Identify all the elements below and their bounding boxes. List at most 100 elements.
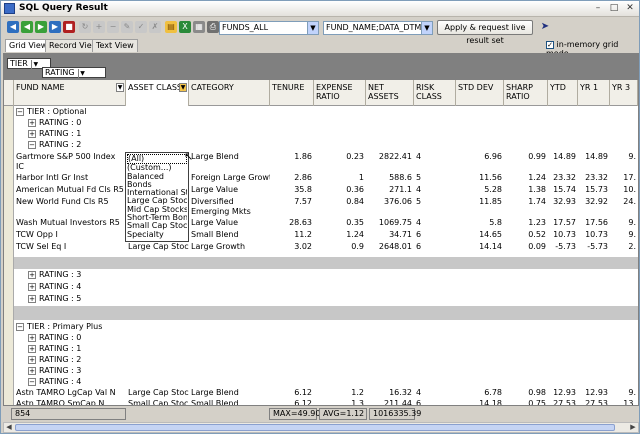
filter-icon[interactable]: ▼ [116,83,124,92]
filter-option[interactable]: Bonds [127,181,187,189]
collapse-icon[interactable]: − [28,140,36,149]
cell-yr1[interactable]: 10.73 [578,230,610,241]
cell-sharp[interactable]: 0.52 [504,230,548,241]
stop-icon[interactable]: ■ [63,21,75,33]
rating-group[interactable]: + RATING : 1 [28,129,81,140]
cell-tenure[interactable]: 6.12 [270,388,314,399]
rating-group[interactable]: + RATING : 1 [28,344,81,355]
cell-exp[interactable]: 1.3 [314,399,366,405]
cell-ytd[interactable]: 10.73 [548,230,578,241]
chevron-down-icon[interactable]: ▼ [30,60,40,69]
cell-ytd[interactable]: 12.93 [548,388,578,399]
cell-yr1[interactable]: 23.32 [578,173,610,184]
cell-yr1[interactable]: 32.92 [578,197,610,217]
cell-sharp[interactable]: 0.09 [504,242,548,253]
cell-yr1[interactable]: 14.89 [578,152,610,172]
col-std-dev[interactable]: STD DEV [456,80,504,106]
cell-exp[interactable]: 1.2 [314,388,366,399]
cell-tenure[interactable]: 11.2 [270,230,314,241]
scroll-right-icon[interactable]: ▶ [628,423,638,432]
filter-option[interactable]: Large Cap Stocks [127,197,187,205]
cell-exp[interactable]: 0.9 [314,242,366,253]
cell-sharp[interactable]: 0.99 [504,152,548,172]
expand-icon[interactable]: + [28,366,36,375]
cell-risk[interactable]: 4 [414,388,456,399]
cell-fund[interactable]: Astn TAMRO LgCap Val N [14,388,126,399]
col-ytd[interactable]: YTD [548,80,578,106]
cell-std[interactable]: 14.65 [456,230,504,241]
cancel-icon[interactable]: ✗ [149,21,161,33]
cell-ytd[interactable]: 23.32 [548,173,578,184]
cell-sharp[interactable]: 0.98 [504,388,548,399]
expand-icon[interactable]: + [28,270,36,279]
filter-icon[interactable]: ▼ [179,83,187,92]
cell-fund[interactable]: American Mutual Fd Cls R5 [14,185,126,196]
cell-yr3[interactable]: 13. [610,399,638,405]
cell-exp[interactable]: 1 [314,173,366,184]
copy-icon[interactable]: ▦ [193,21,205,33]
cell-exp[interactable]: 0.84 [314,197,366,217]
first-record-icon[interactable]: ◀ [7,21,19,33]
cell-yr3[interactable]: 2. [610,242,638,253]
cell-exp[interactable]: 1.24 [314,230,366,241]
cell-ytd[interactable]: 14.89 [548,152,578,172]
cell-risk[interactable]: 4 [414,185,456,196]
cell-fund[interactable]: Astn TAMRO SmCap N [14,399,126,405]
cell-exp[interactable]: 0.23 [314,152,366,172]
col-sharp-ratio[interactable]: SHARP RATIO [504,80,548,106]
col-risk-class[interactable]: RISK CLASS [414,80,456,106]
edit-icon[interactable]: ✎ [121,21,133,33]
cell-yr1[interactable]: 12.93 [578,388,610,399]
cell-fund[interactable]: Gartmore S&P 500 Index IC [14,152,126,172]
cell-fund[interactable]: TCW Opp I [14,230,126,241]
table-row[interactable]: Gartmore S&P 500 Index ICLarge Cap Stock… [14,152,638,172]
rating-group[interactable]: + RATING : 3 [28,270,81,281]
cell-yr3[interactable]: 9. [610,218,638,229]
cell-yr3[interactable]: 9. [610,230,638,241]
cell-std[interactable]: 11.56 [456,173,504,184]
cell-yr3[interactable]: 24. [610,197,638,217]
collapse-icon[interactable]: − [16,322,24,331]
cell-net[interactable]: 16.32 [366,388,414,399]
cell-std[interactable]: 5.8 [456,218,504,229]
prev-record-icon[interactable]: ◀ [21,21,33,33]
cell-exp[interactable]: 0.35 [314,218,366,229]
filter-option[interactable]: (All) [127,154,187,165]
post-icon[interactable]: ✓ [135,21,147,33]
cell-ytd[interactable]: 27.53 [548,399,578,405]
col-fund-name[interactable]: FUND NAME ▼ [14,80,126,106]
close-button[interactable]: ✕ [623,2,637,15]
rating-group[interactable]: + RATING : 5 [28,294,81,305]
cell-net[interactable]: 1069.75 [366,218,414,229]
cell-tenure[interactable]: 1.86 [270,152,314,172]
cell-std[interactable]: 14.14 [456,242,504,253]
maximize-button[interactable]: □ [607,2,621,15]
table-select[interactable]: FUNDS_ALL ▼ [219,21,319,35]
tab-text-view[interactable]: Text View [92,39,138,52]
cell-fund[interactable]: New World Fund Cls R5 [14,197,126,217]
cell-risk[interactable]: 6 [414,242,456,253]
cell-exp[interactable]: 0.36 [314,185,366,196]
cell-risk[interactable]: 6 [414,399,456,405]
cell-cat[interactable]: Large Value [189,218,270,229]
table-row[interactable]: American Mutual Fd Cls R5Large Cap Stock… [14,185,638,196]
filter-option[interactable]: Balanced [127,173,187,181]
horizontal-scrollbar[interactable]: ◀ ▶ [3,422,639,433]
cell-yr1[interactable]: 15.73 [578,185,610,196]
cell-tenure[interactable]: 28.63 [270,218,314,229]
cell-std[interactable]: 5.28 [456,185,504,196]
rating-group[interactable]: + RATING : 4 [28,282,81,293]
table-row[interactable]: Harbor Intl Gr InstInternational StocksF… [14,173,638,184]
tier-group-optional[interactable]: − TIER : Optional [16,107,86,118]
cell-sharp[interactable]: 1.23 [504,218,548,229]
cell-sharp[interactable]: 0.75 [504,399,548,405]
export-icon[interactable]: ▤ [165,21,177,33]
cell-cat[interactable]: Large Growth [189,242,270,253]
table-row[interactable]: TCW Sel Eq ILarge Cap StocksLarge Growth… [14,242,638,253]
cell-ytd[interactable]: 15.74 [548,185,578,196]
cell-risk[interactable]: 5 [414,173,456,184]
cell-asset[interactable]: Small Cap Stocks [126,399,189,405]
rating-group[interactable]: − RATING : 4 [28,377,81,388]
cell-yr1[interactable]: 17.56 [578,218,610,229]
cell-fund[interactable]: TCW Sel Eq I [14,242,126,253]
